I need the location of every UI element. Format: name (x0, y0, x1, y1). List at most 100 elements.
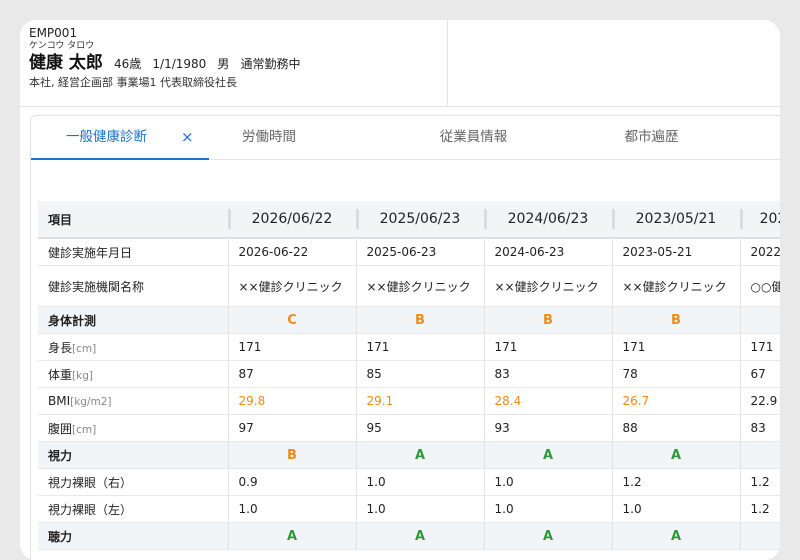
value-cell: 85 (355, 360, 484, 388)
value-cell: ××健診クリニック (355, 265, 484, 307)
table-row: 体重[kg] 87 85 83 78 67 (38, 360, 780, 388)
table-row: 視力裸眼（左） 1.0 1.0 1.0 1.0 1.2 (38, 495, 780, 523)
section-label: 身体計測 (38, 306, 228, 334)
row-label-cell: 身長[cm] (38, 333, 228, 361)
tab-city-history[interactable]: 都市遍歴 (579, 116, 724, 159)
employee-birthdate: 1/1/1980 (152, 57, 207, 71)
row-unit: [cm] (72, 423, 97, 436)
header-divider (447, 20, 448, 106)
row-label: 視力裸眼（左） (48, 502, 133, 517)
value-cell: 97 (227, 414, 356, 442)
table-row: 健診実施年月日 2026-06-22 2025-06-23 2024-06-23 202… (38, 238, 780, 266)
value-cell: 171 (483, 333, 612, 361)
value-cell: 2024-06-23 (483, 238, 612, 266)
section-label: 聴力 (38, 522, 228, 550)
employee-summary: EMP001 ケンコウ タロウ 健康 太郎 46歳 1/1/1980 男 通常勤… (29, 26, 307, 91)
value-cell: 67 (739, 360, 780, 388)
value-cell: 78 (611, 360, 740, 388)
column-header-date[interactable]: 2026/06/22 (228, 201, 356, 239)
row-label: 身長 (48, 340, 73, 355)
row-unit: [kg/m2] (70, 396, 112, 408)
employee-work-status: 通常勤務中 (240, 57, 301, 71)
value-cell: 29.8 (227, 387, 356, 415)
employee-gender: 男 (217, 57, 230, 71)
grade-cell: A (483, 441, 612, 469)
employee-org: 本社, 経営企画部 事業場1 代表取締役社長 (29, 76, 237, 89)
column-header-date[interactable]: 2024/06/23 (484, 201, 612, 239)
value-cell: ××健診クリニック (227, 265, 356, 307)
value-cell: 26.7 (611, 387, 740, 415)
close-icon[interactable]: × (181, 116, 194, 159)
records-panel: 一般健康診断 × 労働時間 従業員情報 都市遍歴 項目 2026/06/22 2… (30, 115, 780, 560)
employee-id: EMP001 (29, 26, 78, 40)
value-cell: 1.0 (227, 495, 356, 523)
value-cell: 88 (611, 414, 740, 442)
tab-employee-info[interactable]: 従業員情報 (401, 116, 546, 159)
grade-cell: A (355, 522, 484, 550)
column-header-date[interactable]: 2025/06/23 (356, 201, 484, 239)
value-cell: 95 (355, 414, 484, 442)
row-label-cell: 健診実施年月日 (38, 238, 228, 266)
row-unit: [cm] (72, 342, 97, 355)
row-label: BMI (48, 394, 71, 408)
tab-bar: 一般健康診断 × 労働時間 従業員情報 都市遍歴 (31, 116, 780, 160)
value-cell: 2026-06-22 (227, 238, 356, 266)
grade-cell: B (611, 306, 740, 334)
row-label-cell: 体重[kg] (38, 360, 228, 388)
value-cell: ××健診クリニック (611, 265, 740, 307)
grade-cell: A (227, 522, 356, 550)
value-cell: 1.2 (739, 468, 780, 496)
value-cell: 0.9 (227, 468, 356, 496)
row-label-cell: 視力裸眼（左） (38, 495, 228, 523)
row-label: 体重 (48, 367, 73, 382)
tab-working-hours[interactable]: 労働時間 (209, 116, 329, 159)
value-cell: 1.0 (483, 468, 612, 496)
row-label-cell: 視力裸眼（右） (38, 468, 228, 496)
grade-cell: B (483, 306, 612, 334)
value-cell: 1.0 (355, 468, 484, 496)
value-cell: 2025-06-23 (355, 238, 484, 266)
value-cell: 2023-05-21 (611, 238, 740, 266)
row-label-cell: BMI[kg/m2] (38, 387, 228, 415)
value-cell: 87 (227, 360, 356, 388)
value-cell: 93 (483, 414, 612, 442)
value-cell: ××健診クリニック (483, 265, 612, 307)
employee-header: EMP001 ケンコウ タロウ 健康 太郎 46歳 1/1/1980 男 通常勤… (20, 20, 780, 107)
table-body: 健診実施年月日 2026-06-22 2025-06-23 2024-06-23 202… (38, 238, 780, 550)
app-frame: EMP001 ケンコウ タロウ 健康 太郎 46歳 1/1/1980 男 通常勤… (20, 20, 780, 560)
value-cell: 171 (355, 333, 484, 361)
tab-general-checkup[interactable]: 一般健康診断 × (31, 116, 209, 160)
row-label: 腹囲 (48, 421, 73, 436)
table-header-row: 項目 2026/06/22 2025/06/23 2024/06/23 2023… (38, 201, 780, 239)
value-cell: 2022-05-20 (739, 238, 780, 266)
value-cell: 1.2 (739, 495, 780, 523)
table-row: BMI[kg/m2] 29.8 29.1 28.4 26.7 22.9 (38, 387, 780, 415)
value-cell: 29.1 (355, 387, 484, 415)
value-cell: 22.9 (739, 387, 780, 415)
row-label-cell: 健診実施機関名称 (38, 265, 228, 307)
value-cell: 171 (611, 333, 740, 361)
value-cell: 83 (739, 414, 780, 442)
value-cell: 28.4 (483, 387, 612, 415)
table-row: 健診実施機関名称 ××健診クリニック ××健診クリニック ××健診クリニック ××健診ク… (38, 265, 780, 307)
employee-kana: ケンコウ タロウ (29, 41, 95, 51)
column-header-date[interactable]: 2022/05/20 (740, 201, 780, 239)
section-label: 視力 (38, 441, 228, 469)
column-header-date[interactable]: 2023/05/21 (612, 201, 740, 239)
value-cell: 1.0 (611, 495, 740, 523)
grade-cell: A (483, 522, 612, 550)
value-cell: 83 (483, 360, 612, 388)
checkup-table: 項目 2026/06/22 2025/06/23 2024/06/23 2023… (38, 201, 780, 550)
checkup-table-container[interactable]: 項目 2026/06/22 2025/06/23 2024/06/23 2023… (38, 201, 780, 560)
employee-main-line: 健康 太郎 46歳 1/1/1980 男 通常勤務中 (29, 52, 307, 75)
grade-cell: C (227, 306, 356, 334)
section-row: 聴力 A A A A (38, 522, 780, 550)
tab-underline (31, 158, 209, 160)
grade-cell: B (227, 441, 356, 469)
employee-age: 46歳 (114, 57, 142, 71)
row-label: 視力裸眼（右） (48, 475, 133, 490)
grade-cell: A (611, 522, 740, 550)
section-row: 視力 B A A A (38, 441, 780, 469)
table-row: 視力裸眼（右） 0.9 1.0 1.0 1.2 1.2 (38, 468, 780, 496)
table-row: 身長[cm] 171 171 171 171 171 (38, 333, 780, 361)
